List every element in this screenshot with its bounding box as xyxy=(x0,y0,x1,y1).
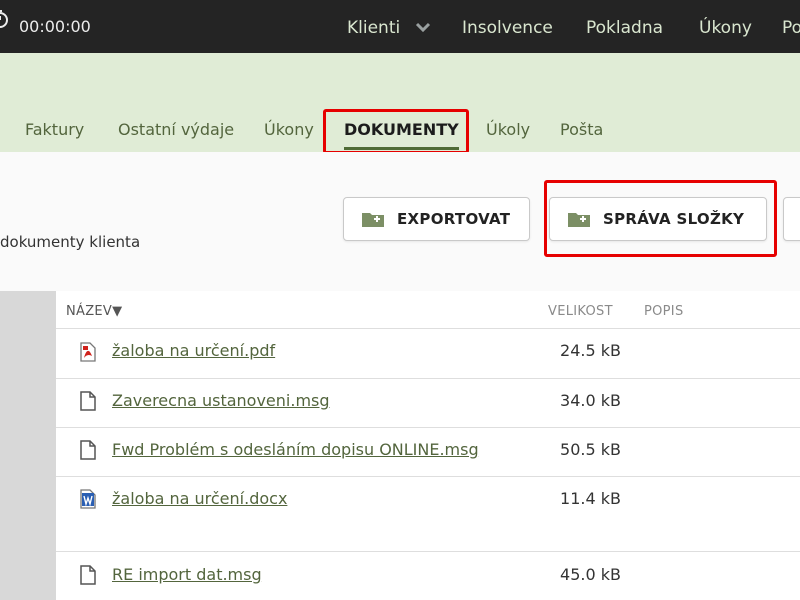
row-divider xyxy=(56,476,800,477)
highlight-box-button xyxy=(544,180,777,257)
tab-ukony[interactable]: Úkony xyxy=(264,120,314,140)
row-divider xyxy=(56,427,800,428)
timer-display: 00:00:00 xyxy=(19,17,91,36)
tab-ukoly[interactable]: Úkoly xyxy=(486,120,530,140)
row-divider xyxy=(56,378,800,379)
chevron-down-icon[interactable] xyxy=(415,22,431,32)
table-row-size: 11.4 kB xyxy=(560,489,621,508)
nav-klienti[interactable]: Klienti xyxy=(347,18,400,38)
column-header-name[interactable]: NÁZEV▼ xyxy=(66,304,122,320)
top-bar: 00:00:00 Klienti Insolvence Pokladna Úko… xyxy=(0,0,800,53)
folder-plus-icon xyxy=(362,213,384,227)
table-row-size: 45.0 kB xyxy=(560,565,621,584)
table-row-size: 50.5 kB xyxy=(560,440,621,459)
table-row-name[interactable]: žaloba na určení.pdf xyxy=(112,341,275,361)
export-button[interactable]: EXPORTOVAT xyxy=(343,197,530,241)
file-icon xyxy=(80,565,96,585)
word-icon xyxy=(80,489,96,509)
row-divider xyxy=(56,551,800,552)
section-subtitle: dokumenty klienta xyxy=(0,233,141,251)
nav-insolvence[interactable]: Insolvence xyxy=(462,18,553,38)
table-row-name[interactable]: Fwd Problém s odesláním dopisu ONLINE.ms… xyxy=(112,440,479,460)
file-icon xyxy=(80,391,96,411)
tab-posta[interactable]: Pošta xyxy=(560,120,603,140)
header-divider xyxy=(56,328,800,329)
tab-ostatni-vydaje[interactable]: Ostatní výdaje xyxy=(118,120,234,140)
table-row-size: 24.5 kB xyxy=(560,341,621,360)
pdf-icon xyxy=(80,342,96,362)
left-panel xyxy=(0,291,56,600)
column-header-description[interactable]: POPIS xyxy=(644,304,684,320)
column-header-name-label: NÁZEV xyxy=(66,304,113,319)
table-row-name[interactable]: žaloba na určení.docx xyxy=(112,489,287,509)
table-row-size: 34.0 kB xyxy=(560,391,621,410)
table-row-name[interactable]: Zaverecna ustanoveni.msg xyxy=(112,391,330,411)
nav-pokladna[interactable]: Pokladna xyxy=(586,18,663,38)
table-row-name[interactable]: RE import dat.msg xyxy=(112,565,262,585)
column-header-size[interactable]: VELIKOST xyxy=(548,304,613,320)
tab-faktury[interactable]: Faktury xyxy=(25,120,84,140)
export-button-label: EXPORTOVAT xyxy=(397,210,511,228)
sort-desc-icon: ▼ xyxy=(112,304,123,319)
nav-ukony[interactable]: Úkony xyxy=(699,18,752,38)
extra-button[interactable] xyxy=(783,197,800,241)
highlight-box-tab xyxy=(323,109,469,154)
stopwatch-icon[interactable] xyxy=(0,10,9,28)
file-icon xyxy=(80,440,96,460)
nav-more[interactable]: Po xyxy=(782,18,800,38)
